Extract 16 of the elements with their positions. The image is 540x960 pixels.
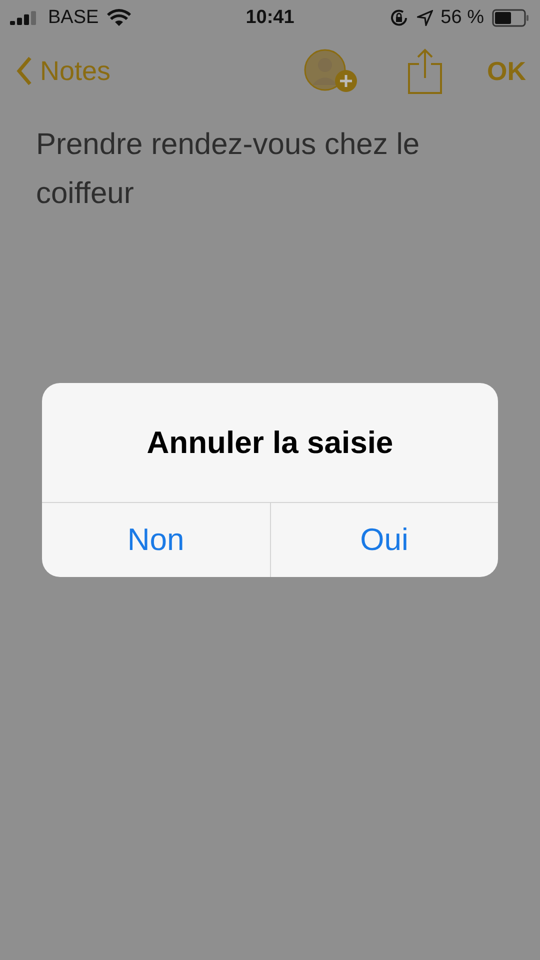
clock-time: 10:41	[246, 7, 294, 29]
alert-button[interactable]: Oui	[270, 503, 498, 577]
battery-icon	[492, 9, 530, 27]
person-add-icon	[303, 48, 359, 94]
battery-percentage: 56 %	[440, 7, 484, 29]
alert-title: Annuler la saisie	[146, 424, 394, 462]
add-person-button[interactable]	[303, 48, 359, 94]
location-arrow-icon	[416, 10, 433, 26]
chevron-left-icon	[16, 56, 32, 86]
carrier-name: BASE	[48, 7, 99, 29]
wifi-icon	[106, 9, 131, 27]
alert-button[interactable]: Non	[42, 503, 270, 577]
share-button[interactable]	[407, 48, 443, 94]
share-icon	[407, 48, 443, 94]
note-text[interactable]: Prendre rendez-vous chez le coiffeur	[0, 106, 540, 232]
rotation-lock-icon	[388, 8, 409, 28]
